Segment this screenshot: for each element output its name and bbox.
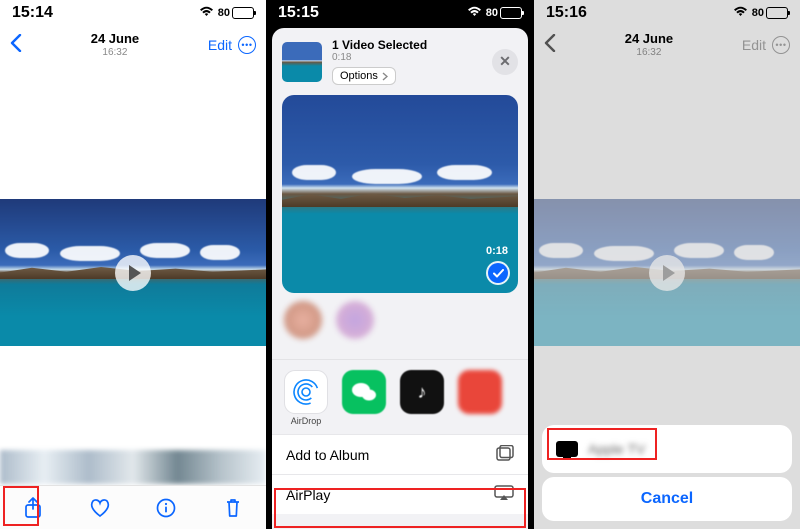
battery-indicator: 80 (486, 7, 522, 19)
preview-card[interactable]: 0:18 (282, 95, 518, 293)
status-bar: 15:14 80 (0, 0, 266, 26)
share-sheet: 1 Video Selected 0:18 Options ✕ 0:18 Air… (272, 28, 528, 529)
selected-duration: 0:18 (332, 52, 482, 63)
screenshot-share-sheet: 15:15 80 1 Video Selected 0:18 Options ✕… (266, 0, 534, 529)
album-icon (496, 445, 514, 464)
share-icon[interactable] (21, 496, 45, 520)
trash-icon[interactable] (221, 496, 245, 520)
battery-pct: 80 (218, 7, 230, 19)
app-tiktok[interactable]: ♪ (400, 370, 444, 426)
selected-title: 1 Video Selected (332, 38, 482, 52)
back-button[interactable] (10, 34, 22, 57)
bottom-toolbar (0, 485, 266, 529)
nav-bar: 24 June 16:32 Edit ••• (0, 26, 266, 64)
selected-check-icon[interactable] (488, 263, 508, 283)
appletv-icon (556, 441, 578, 457)
heart-icon[interactable] (88, 496, 112, 520)
status-bar: 15:15 80 (266, 0, 534, 26)
app-wechat[interactable] (342, 370, 386, 426)
row-add-to-album[interactable]: Add to Album (272, 434, 528, 474)
options-button[interactable]: Options (332, 67, 396, 85)
airplay-device[interactable]: Apple TV (542, 431, 792, 467)
nav-subtime: 16:32 (91, 47, 139, 58)
app-label: AirDrop (284, 416, 328, 426)
cancel-button[interactable]: Cancel (542, 477, 792, 521)
app-more[interactable] (458, 370, 502, 426)
play-icon[interactable] (115, 255, 151, 291)
info-icon[interactable] (154, 496, 178, 520)
clock: 15:15 (278, 4, 319, 22)
nav-date: 24 June (91, 32, 139, 46)
edit-button[interactable]: Edit (208, 37, 232, 53)
nav-title: 24 June 16:32 (91, 32, 139, 57)
more-button[interactable]: ••• (238, 36, 256, 54)
share-contacts-row[interactable] (284, 301, 528, 353)
close-button[interactable]: ✕ (492, 49, 518, 75)
airplay-icon (494, 485, 514, 504)
row-label: Add to Album (286, 447, 369, 463)
row-label: AirPlay (286, 487, 330, 503)
video-preview[interactable] (0, 199, 266, 346)
selected-thumbnail (282, 42, 322, 82)
app-airdrop[interactable]: AirDrop (284, 370, 328, 426)
device-name: Apple TV (588, 441, 645, 457)
row-airplay[interactable]: AirPlay (272, 474, 528, 514)
share-header: 1 Video Selected 0:18 Options ✕ (272, 28, 528, 95)
battery-indicator: 80 (218, 7, 254, 19)
status-right: 80 (199, 4, 254, 22)
share-apps-row: AirDrop ♪ (272, 359, 528, 434)
preview-duration: 0:18 (486, 245, 508, 257)
battery-pct: 80 (486, 7, 498, 19)
screenshot-photos-viewer: 15:14 80 24 June 16:32 Edit ••• (0, 0, 266, 529)
filmstrip-thumbnails[interactable] (0, 450, 266, 484)
clock: 15:14 (12, 4, 53, 22)
status-right: 80 (467, 4, 522, 22)
wifi-icon (467, 4, 482, 22)
screenshot-airplay-picker: 15:16 80 24 June 16:32 Edit ••• Apple TV (534, 0, 800, 529)
airplay-device-list: Apple TV (542, 425, 792, 473)
wifi-icon (199, 4, 214, 22)
